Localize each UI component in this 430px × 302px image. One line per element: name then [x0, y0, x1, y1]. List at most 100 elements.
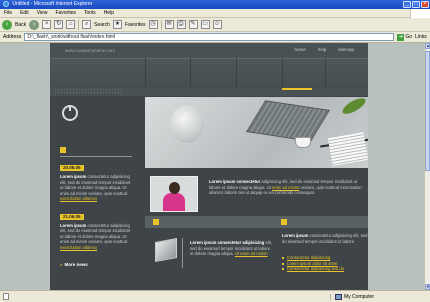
window-controls: _ □ × [403, 1, 429, 8]
news-link[interactable]: exercitation ullamco [60, 245, 97, 250]
menu-favorites[interactable]: Favorites [55, 10, 76, 16]
feature-text: Lorem ipsum consectetur adipisicing elit… [190, 240, 272, 257]
search-label[interactable]: Search [94, 22, 110, 28]
news-title: Lorem ipsum [60, 222, 87, 228]
welcome-text: Lorem ipsum consectetur adipisicing elit… [209, 179, 364, 196]
news-item: Lorem ipsum consectetur adipisicing elit… [60, 223, 132, 251]
page-icon [3, 293, 9, 300]
photo-figure [163, 193, 185, 211]
feature-link[interactable]: Ut enim ad minim [235, 251, 268, 256]
menu-edit[interactable]: Edit [20, 10, 29, 16]
status-main [0, 293, 330, 300]
section-bar [145, 216, 368, 228]
feature-right-title: Lorem ipsum [282, 233, 309, 238]
address-label: Address [3, 34, 22, 40]
window-title: Untitled - Microsoft Internet Explorer [12, 1, 93, 7]
photo-head [169, 182, 180, 194]
history-icon[interactable]: ◷ [148, 20, 158, 29]
welcome-title: Lorem ipsum consectetur [209, 179, 261, 184]
title-bar: Untitled - Microsoft Internet Explorer _… [0, 0, 430, 9]
zone-label: My Computer [344, 293, 375, 300]
toolbar-separator [160, 19, 162, 30]
feature-right: Lorem ipsum consectetur adipisicing elit… [279, 228, 368, 290]
divider [60, 156, 132, 157]
nav-sitemap[interactable]: sitemap [338, 47, 354, 52]
feature-right-link[interactable]: Consectetur adipisicing sed do [282, 266, 368, 272]
site-header: www.companyname.com home help sitemap [50, 43, 368, 96]
refresh-icon[interactable]: ↻ [54, 20, 64, 29]
computer-icon [335, 293, 342, 300]
hero-image [145, 97, 368, 168]
nav-cell[interactable] [190, 58, 236, 88]
minimize-button[interactable]: _ [403, 1, 411, 8]
menu-help[interactable]: Help [104, 10, 114, 16]
mail-icon[interactable]: ✉ [164, 20, 174, 29]
news-item: Lorem ipsum consectetur adipisicing elit… [60, 174, 132, 202]
news-date: 20.06.05 [60, 165, 84, 171]
edit-icon[interactable]: ✎ [188, 20, 198, 29]
toolbar: ‹ Back › × ↻ ⌂ ⌕ Search ★ Favorites ◷ ✉ … [0, 18, 430, 32]
address-input[interactable]: D:\_flash\_work\without flash\index.html [24, 33, 395, 41]
security-zone: My Computer [330, 293, 375, 300]
menu-file[interactable]: File [4, 10, 12, 16]
vertical-scrollbar[interactable]: ▲ ▼ [424, 43, 430, 290]
feature-right-text: Lorem ipsum consectetur adipisicing elit… [282, 233, 368, 244]
maximize-button[interactable]: □ [412, 1, 420, 8]
folder-icon[interactable]: ▭ [200, 20, 210, 29]
news-section-icon [60, 147, 66, 153]
back-arrow-icon[interactable]: ‹ [2, 19, 12, 30]
menu-view[interactable]: View [37, 10, 48, 16]
hero-glass [170, 105, 204, 143]
nav-cell[interactable] [282, 58, 325, 88]
favorites-label[interactable]: Favorites [125, 22, 146, 28]
feature-right-links: Consectetur adipisicing Lorem ipsum dolo… [282, 255, 368, 272]
news-title: Lorem ipsum [60, 174, 87, 179]
scroll-up-icon[interactable]: ▲ [425, 43, 430, 49]
active-nav-indicator [282, 88, 312, 90]
scroll-thumb[interactable] [425, 51, 430, 171]
address-bar: Address D:\_flash\_work\without flash\in… [0, 32, 430, 43]
windows-logo-icon [410, 9, 430, 18]
messenger-icon[interactable]: ☺ [212, 20, 222, 29]
news-date: 21.06.05 [60, 213, 84, 220]
nav-help[interactable]: help [318, 47, 327, 52]
go-label: Go [405, 34, 413, 40]
search-icon[interactable]: ⌕ [82, 20, 92, 29]
menu-bar: File Edit View Favorites Tools Help [0, 9, 430, 18]
forward-arrow-icon[interactable]: › [29, 19, 40, 30]
more-news-link[interactable]: More news [60, 262, 132, 267]
menu-tools[interactable]: Tools [84, 10, 96, 16]
nav-home[interactable]: home [294, 47, 305, 52]
close-button[interactable]: × [421, 1, 429, 8]
hero-plant [340, 97, 368, 117]
nav-cell[interactable] [145, 58, 190, 88]
stop-icon[interactable]: × [42, 20, 52, 29]
section-icon [153, 219, 159, 225]
website: www.companyname.com home help sitemap 20… [50, 43, 368, 290]
back-label[interactable]: Back [15, 22, 26, 28]
hero-papers [327, 132, 368, 166]
welcome-link[interactable]: enim ad minim [272, 185, 299, 190]
feature-title: Lorem ipsum consectetur adipisicing [190, 240, 265, 245]
home-icon[interactable]: ⌂ [66, 20, 76, 29]
woman-photo [150, 176, 198, 212]
site-url: www.companyname.com [65, 48, 116, 53]
product-thumbnail [155, 238, 177, 262]
nav-cell[interactable] [325, 58, 368, 88]
favorites-star-icon[interactable]: ★ [112, 20, 122, 29]
print-icon[interactable]: ⎙ [176, 20, 186, 29]
status-bar: My Computer [0, 290, 430, 302]
site-nav: home help sitemap [294, 47, 354, 52]
welcome-section: Lorem ipsum consectetur adipisicing elit… [145, 171, 368, 213]
go-button[interactable]: ➜ Go [397, 33, 413, 41]
feature-left: Lorem ipsum consectetur adipisicing elit… [145, 228, 273, 290]
divider [182, 238, 183, 268]
toolbar-separator [78, 19, 80, 30]
news-link[interactable]: exercitation ullamco [60, 196, 97, 201]
links-label[interactable]: Links [415, 34, 427, 40]
nav-cell[interactable] [236, 58, 282, 88]
browser-viewport: www.companyname.com home help sitemap 20… [0, 43, 424, 290]
go-arrow-icon: ➜ [397, 33, 405, 41]
hero-cup [295, 137, 311, 148]
hero-laptop [245, 100, 331, 142]
